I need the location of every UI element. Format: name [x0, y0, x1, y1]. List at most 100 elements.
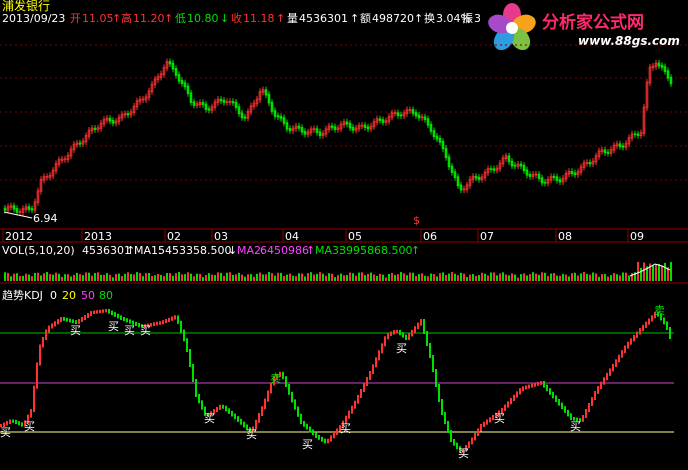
kdj-bar: [450, 430, 452, 442]
volume-bar: [583, 272, 585, 281]
volume-bar: [502, 272, 504, 281]
candle-body: [588, 161, 592, 165]
candle-body: [276, 115, 280, 118]
volume-bar: [343, 275, 345, 281]
kdj-bar: [12, 419, 14, 423]
candle-body: [399, 114, 403, 117]
volume-bar: [55, 272, 57, 281]
volume-bar: [517, 277, 519, 281]
volume-bar: [346, 275, 348, 281]
volume-bar: [19, 275, 21, 281]
candle-body: [669, 76, 673, 85]
kdj-bar: [429, 343, 431, 358]
kdj-bar: [606, 372, 608, 381]
volume-bar: [340, 273, 342, 281]
x-axis-label: 02: [167, 230, 181, 243]
volume-bar: [121, 276, 123, 281]
candle-body: [240, 112, 244, 119]
volume-bar: [109, 274, 111, 281]
candle-body: [660, 64, 664, 68]
kdj-bar: [57, 319, 59, 325]
volume-bar: [481, 272, 483, 281]
candle-body: [30, 208, 34, 211]
volume-bar: [484, 273, 486, 281]
ma2-value: 6450986: [260, 244, 309, 257]
candle-body: [432, 130, 436, 138]
volume-bar: [385, 277, 387, 281]
candle-body: [477, 176, 481, 180]
kdj-bar: [402, 332, 404, 338]
kdj-bar: [165, 319, 167, 324]
kdj-bar: [267, 390, 269, 402]
kdj-bar: [180, 320, 182, 333]
kdj-bar: [171, 316, 173, 321]
kdj-bar: [366, 377, 368, 386]
candle-body: [111, 120, 115, 124]
volume-bar: [286, 274, 288, 281]
kdj-bar: [351, 405, 353, 414]
kdj-bar: [453, 439, 455, 446]
buy-signal-label: 买: [396, 342, 407, 355]
volume-bar: [241, 274, 243, 281]
volume-bar: [157, 273, 159, 281]
volume-bar: [37, 272, 39, 281]
candle-body: [219, 98, 223, 102]
candle-body: [345, 121, 349, 125]
volume-bar: [514, 274, 516, 281]
volume-bar: [253, 276, 255, 281]
volume-bar: [577, 275, 579, 281]
kdj-bar: [174, 315, 176, 320]
kdj-bar: [240, 418, 242, 425]
kdj-bar: [87, 313, 89, 318]
kdj-bar: [45, 329, 47, 340]
buy-signal-label: 买: [70, 324, 81, 337]
volume-bar: [163, 276, 165, 281]
kdj-bar: [396, 329, 398, 333]
volume-bar: [610, 275, 612, 281]
kdj-bar: [315, 432, 317, 438]
volume-bar: [319, 272, 321, 281]
kdj-bar: [426, 331, 428, 346]
candle-body: [522, 164, 526, 172]
volume-bar: [295, 276, 297, 281]
volume-bar: [460, 272, 462, 281]
candle-body: [231, 100, 235, 104]
volume-bar: [406, 275, 408, 281]
x-axis-label: 07: [480, 230, 494, 243]
candle-body: [180, 79, 184, 84]
kdj-bar: [603, 377, 605, 385]
kdj-bar: [435, 369, 437, 387]
volume-bar: [196, 273, 198, 281]
volume-bar: [397, 274, 399, 281]
volume-bar: [259, 272, 261, 281]
volume-bar: [496, 275, 498, 281]
ma1-down-arrow-icon: ↓: [228, 244, 238, 257]
kdj-bar: [525, 385, 527, 390]
kdj-bar: [90, 311, 92, 316]
volume-bar: [217, 272, 219, 281]
volume-bar: [250, 274, 252, 281]
volume-bar: [529, 274, 531, 281]
kdj-bar: [282, 371, 284, 380]
kdj-bar: [411, 329, 413, 337]
candle-body: [15, 208, 19, 213]
volume-bar: [127, 272, 129, 281]
volume-bar: [214, 275, 216, 281]
volume-bar: [526, 275, 528, 281]
volume-bar: [370, 272, 372, 281]
volume-bar: [310, 272, 312, 281]
candle-body: [303, 130, 307, 135]
candle-body: [264, 89, 268, 96]
volume-bar: [508, 275, 510, 281]
volume-bar: [661, 265, 663, 281]
volume-bar: [568, 276, 570, 281]
buy-signal-label: 买: [570, 420, 581, 433]
candle-body: [444, 147, 448, 159]
kdj-bar: [540, 381, 542, 385]
volume-bar: [16, 273, 18, 281]
kdj-bar: [168, 317, 170, 322]
kdj-bar: [648, 318, 650, 325]
x-axis-label: 04: [285, 230, 299, 243]
candle-body: [237, 106, 241, 115]
volume-bar: [382, 274, 384, 281]
